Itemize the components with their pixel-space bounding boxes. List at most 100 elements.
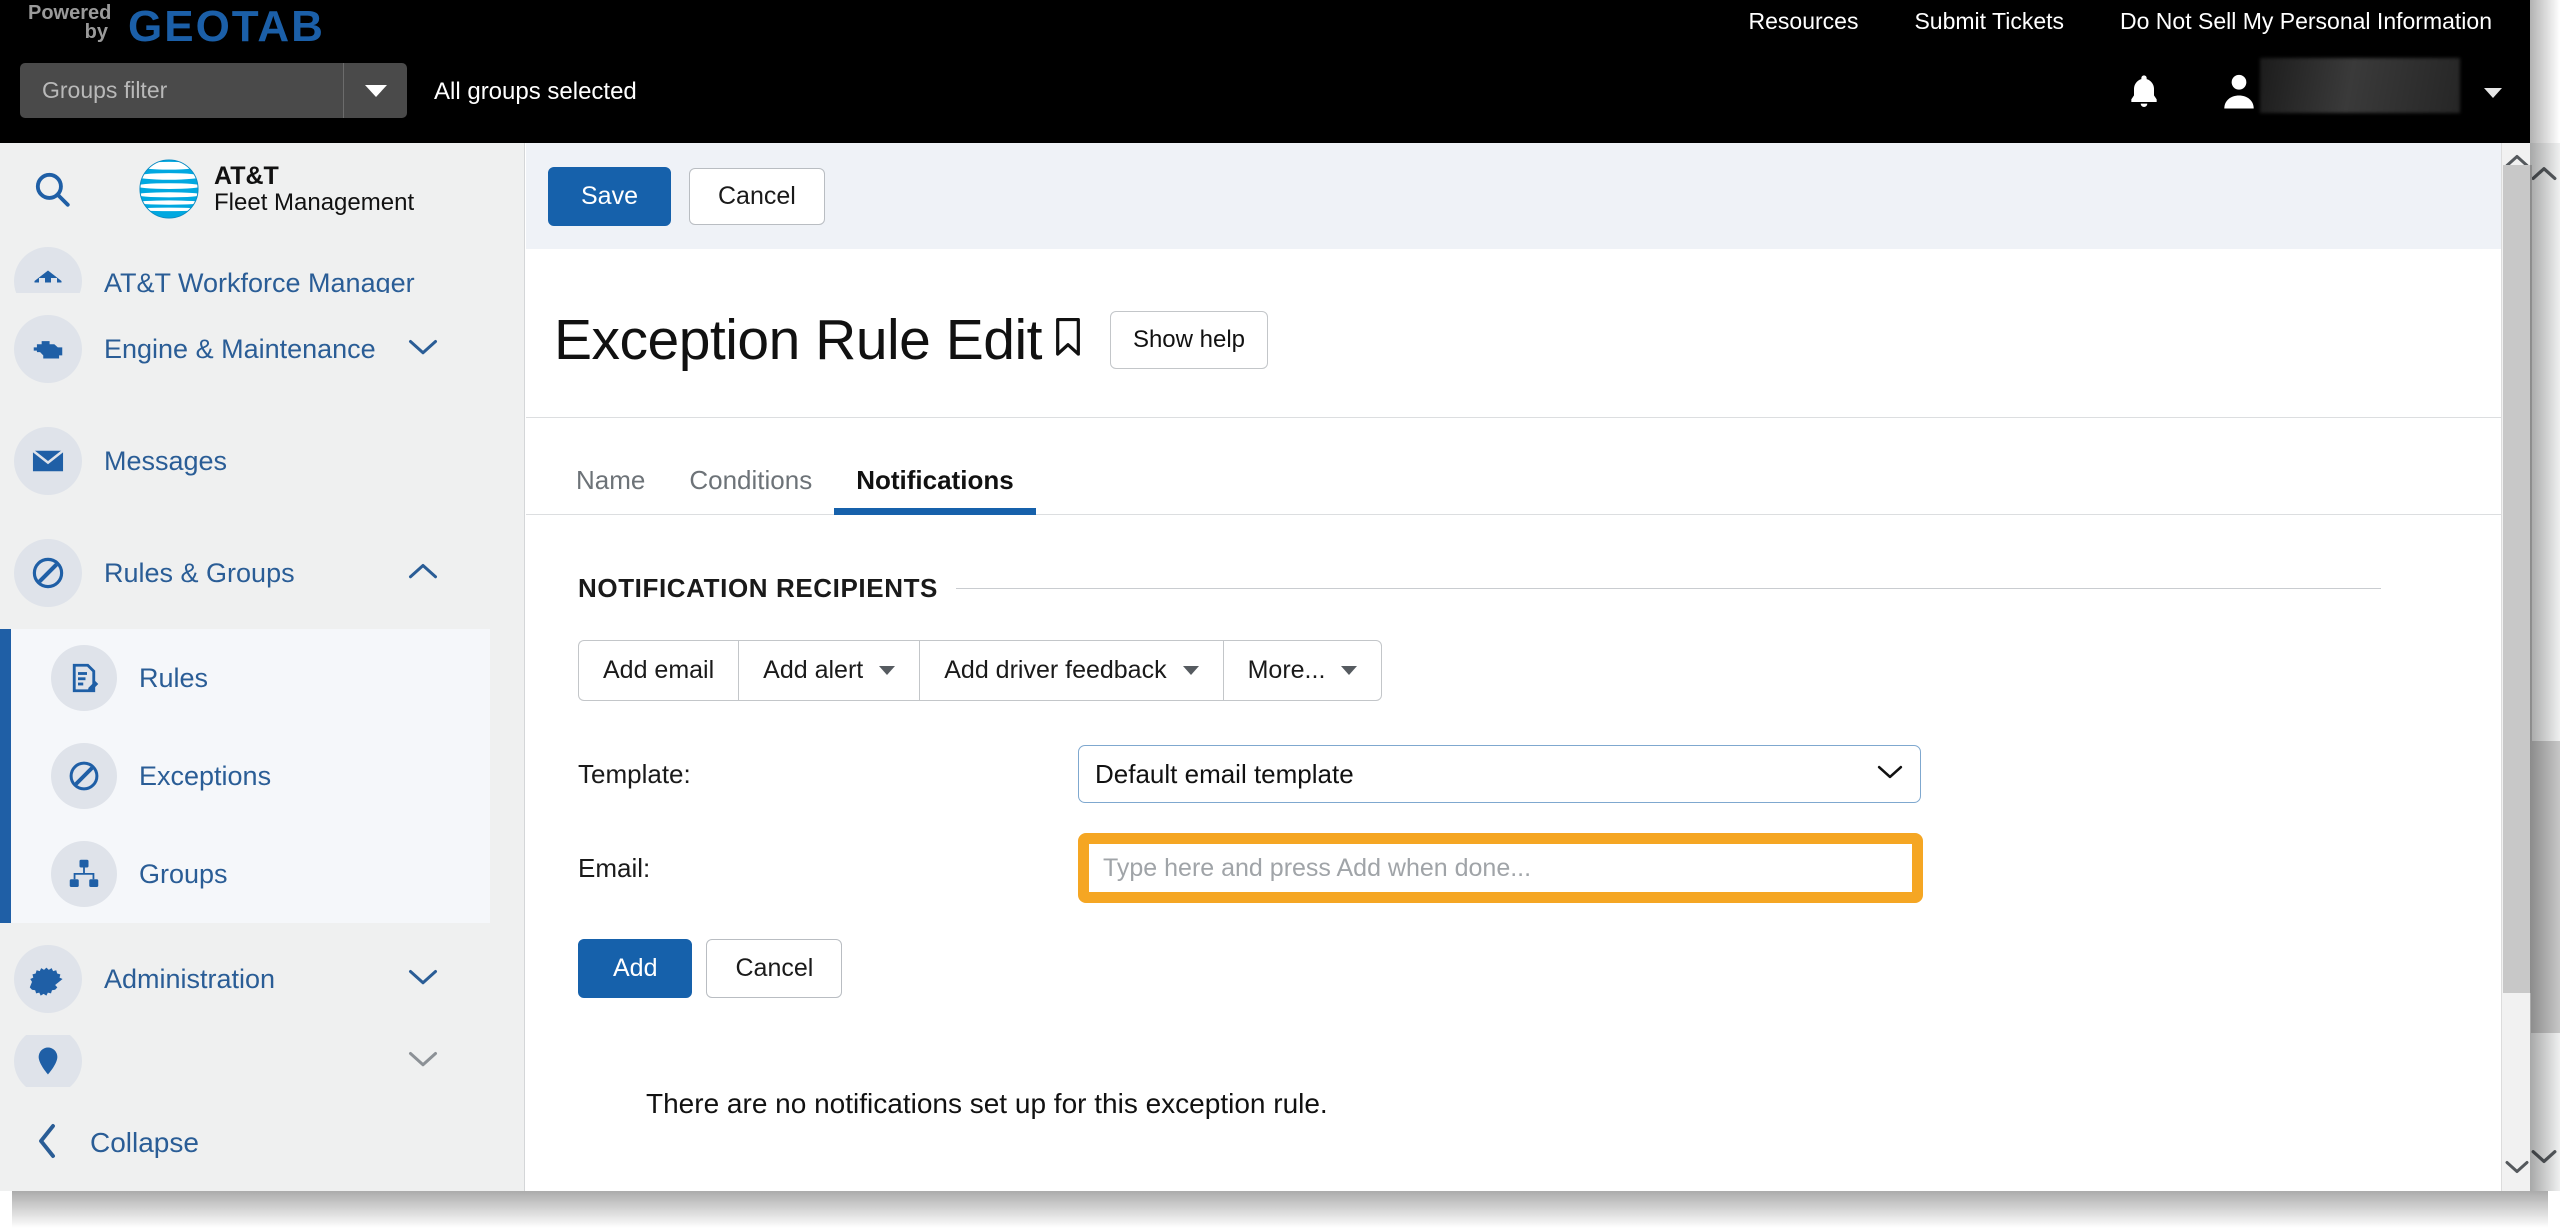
scroll-down-icon[interactable] <box>2502 1159 2532 1179</box>
template-field-row: Template: Default email template <box>578 745 2501 803</box>
sidebar-subitem-label: Exceptions <box>139 760 272 791</box>
template-select[interactable]: Default email template <box>1078 745 1921 803</box>
chevron-down-icon <box>879 666 896 675</box>
sidebar-item-groups[interactable]: Groups <box>11 825 490 923</box>
scroll-thumb[interactable] <box>2503 165 2532 993</box>
sidebar-item-label: Messages <box>104 445 228 476</box>
page-title-text: Exception Rule Edit <box>554 308 1042 372</box>
sidebar-nav-list: AT&T Workforce Manager Engine & Maintena… <box>0 235 490 1095</box>
sidebar-item-partial-bottom[interactable] <box>0 1035 490 1087</box>
cancel-button[interactable]: Cancel <box>688 167 825 225</box>
account-menu-caret-icon[interactable] <box>2484 88 2502 98</box>
workforce-icon <box>14 247 82 293</box>
powered-by-label: Powered by <box>28 2 112 43</box>
sidebar-item-exceptions[interactable]: Exceptions <box>11 727 490 825</box>
chevron-up-icon[interactable] <box>408 561 438 586</box>
groups-filter-caret[interactable] <box>344 84 407 97</box>
sidebar-item-label: Administration <box>104 963 276 994</box>
envelope-icon <box>14 427 82 495</box>
geotab-logo: GEOTAB <box>128 2 325 51</box>
chevron-down-icon[interactable] <box>408 967 438 992</box>
section-divider-line <box>956 588 2381 589</box>
account-name-redacted <box>2260 58 2460 113</box>
user-account-icon[interactable] <box>2218 68 2260 119</box>
collapse-label: Collapse <box>90 1127 199 1158</box>
add-alert-button[interactable]: Add alert <box>738 640 920 701</box>
main-content: Save Cancel Exception Rule Edit Show hel… <box>526 143 2501 1191</box>
section-title: NOTIFICATION RECIPIENTS <box>578 573 938 603</box>
add-email-label: Add email <box>603 656 715 684</box>
sidebar-item-administration[interactable]: Administration <box>0 923 490 1035</box>
sidebar-item-rules[interactable]: Rules <box>11 629 490 727</box>
template-select-wrap: Default email template <box>1078 745 1921 803</box>
more-label: More... <box>1247 656 1326 684</box>
top-header-bar: Powered by GEOTAB Resources Submit Ticket… <box>0 0 2530 143</box>
bookmark-icon[interactable] <box>1052 307 1084 373</box>
nav-link-resources[interactable]: Resources <box>1721 8 1887 35</box>
notification-recipients-section: NOTIFICATION RECIPIENTS Add email Add al… <box>526 515 2501 1120</box>
map-pin-icon <box>14 1035 82 1087</box>
chevron-left-icon <box>34 1123 60 1164</box>
sidebar-item-rules-and-groups[interactable]: Rules & Groups <box>0 517 490 629</box>
sidebar-item-label: AT&T Workforce Manager <box>104 268 415 293</box>
add-driver-feedback-label: Add driver feedback <box>944 656 1167 684</box>
email-input[interactable] <box>1089 844 1912 892</box>
email-label: Email: <box>578 852 651 883</box>
sidebar-subitem-label: Rules <box>139 662 209 693</box>
window-right-shadow <box>2530 0 2560 1191</box>
tab-bar: Name Conditions Notifications <box>526 417 2501 515</box>
groups-hierarchy-icon <box>51 841 117 907</box>
email-field-row: Email: <box>578 833 2501 903</box>
top-nav-links: Resources Submit Tickets Do Not Sell My … <box>1721 8 2520 35</box>
sidebar-subitem-label: Groups <box>139 858 228 889</box>
main-scrollbar[interactable] <box>2501 143 2532 1191</box>
add-alert-label: Add alert <box>763 656 864 684</box>
chevron-down-icon[interactable] <box>408 1049 438 1074</box>
nav-link-do-not-sell[interactable]: Do Not Sell My Personal Information <box>2092 8 2520 35</box>
sidebar-item-messages[interactable]: Messages <box>0 405 490 517</box>
att-globe-icon <box>139 159 199 219</box>
att-brand-line2: Fleet Management <box>214 188 415 216</box>
sidebar-item-engine-maintenance[interactable]: Engine & Maintenance <box>0 293 490 405</box>
recipient-button-group: Add email Add alert Add driver feedback … <box>578 640 2501 701</box>
add-cancel-button-row: Add Cancel <box>578 939 2501 998</box>
rules-circle-icon <box>14 539 82 607</box>
window-bottom-shadow <box>12 1191 2548 1228</box>
more-button[interactable]: More... <box>1222 640 1383 701</box>
show-help-button[interactable]: Show help <box>1109 311 1269 369</box>
add-driver-feedback-button[interactable]: Add driver feedback <box>919 640 1223 701</box>
page-title-row: Exception Rule Edit Show help <box>526 249 2501 373</box>
groups-filter-dropdown[interactable]: Groups filter <box>20 63 407 118</box>
sidebar-item-label: Rules & Groups <box>104 557 295 588</box>
chevron-down-icon[interactable] <box>408 337 438 362</box>
template-label: Template: <box>578 758 691 789</box>
chevron-down-icon <box>1182 666 1199 675</box>
email-input-highlight <box>1078 833 1923 903</box>
notification-bell-icon[interactable] <box>2124 70 2164 119</box>
tab-name[interactable]: Name <box>554 465 667 514</box>
sidebar-item-label: Engine & Maintenance <box>104 333 376 364</box>
save-button[interactable]: Save <box>548 166 671 226</box>
att-fleet-management-logo: AT&T Fleet Management <box>138 158 414 220</box>
section-header: NOTIFICATION RECIPIENTS <box>578 573 2501 604</box>
tab-conditions[interactable]: Conditions <box>667 465 834 514</box>
search-icon[interactable] <box>22 168 82 210</box>
add-email-button[interactable]: Add email <box>578 640 739 701</box>
form-cancel-button[interactable]: Cancel <box>706 939 843 998</box>
page-title: Exception Rule Edit <box>554 307 1084 373</box>
nav-link-submit-tickets[interactable]: Submit Tickets <box>1886 8 2092 35</box>
left-sidebar: AT&T Fleet Management AT&T Workforce Man… <box>0 143 525 1191</box>
exception-circle-icon <box>51 743 117 809</box>
att-brand-line1: AT&T <box>214 161 279 190</box>
add-button[interactable]: Add <box>578 939 693 998</box>
tab-notifications[interactable]: Notifications <box>834 465 1037 515</box>
groups-filter-placeholder: Groups filter <box>42 77 168 103</box>
action-toolbar: Save Cancel <box>526 143 2501 249</box>
chevron-down-icon <box>1341 666 1358 675</box>
sidebar-item-att-workforce-manager[interactable]: AT&T Workforce Manager <box>0 235 490 293</box>
empty-notifications-message: There are no notifications set up for th… <box>646 1088 1328 1119</box>
sidebar-header: AT&T Fleet Management <box>0 143 524 235</box>
sidebar-subgroup-rules-and-groups: Rules Exceptions Groups <box>0 629 490 923</box>
engine-icon <box>14 315 82 383</box>
sidebar-collapse-button[interactable]: Collapse <box>0 1095 524 1191</box>
